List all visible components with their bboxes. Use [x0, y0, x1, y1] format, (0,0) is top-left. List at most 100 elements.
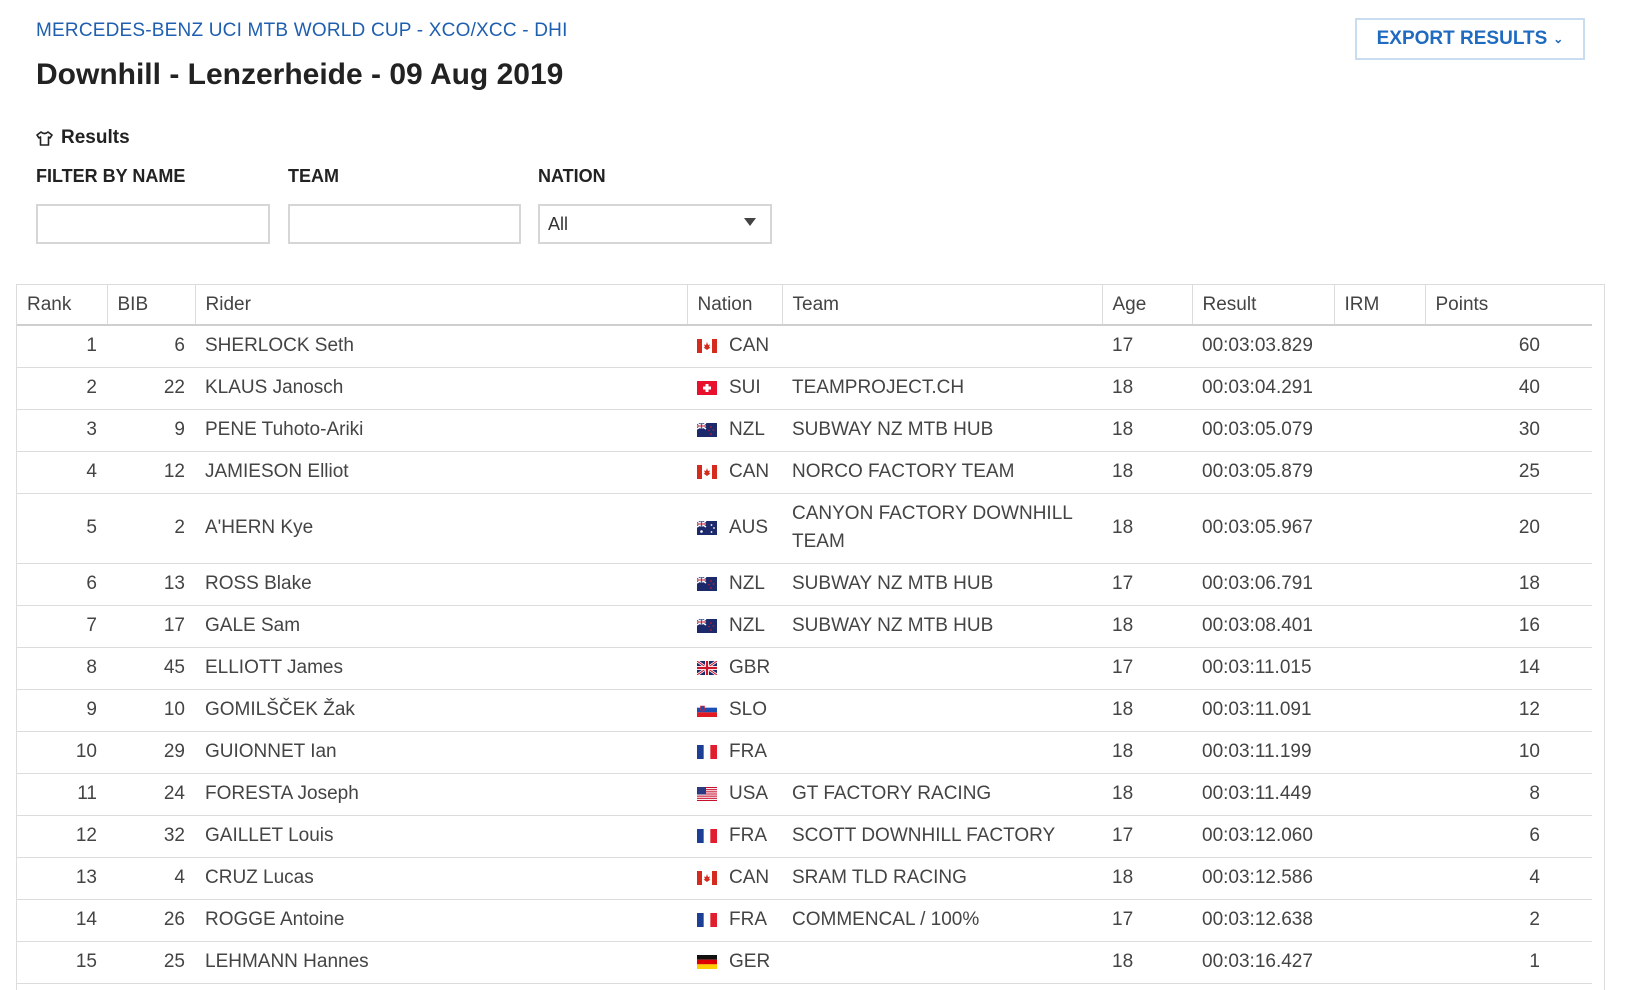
- table-row[interactable]: 15 25 LEHMANN Hannes GER 18 00:03:16.427 1: [17, 941, 1592, 984]
- table-row[interactable]: 5 2 A'HERN Kye AUS CANYON FACTORY DOWNHILL T…: [17, 493, 1592, 564]
- age-cell: 18: [1102, 605, 1192, 648]
- nation-code: AUS: [729, 517, 769, 538]
- rider-cell[interactable]: SHERLOCK Seth: [195, 325, 687, 368]
- table-row[interactable]: 13 4 CRUZ Lucas CAN SRAM TLD RACING 18 00:03:1…: [17, 857, 1592, 900]
- table-row[interactable]: 2 22 KLAUS Janosch SUI TEAMPROJECT.CH 18 00:03…: [17, 367, 1592, 410]
- column-header-result[interactable]: Result: [1192, 285, 1335, 326]
- rank-cell: 4: [17, 451, 107, 494]
- age-cell: 18: [1102, 689, 1192, 732]
- rider-cell[interactable]: ROSS Blake: [195, 563, 687, 606]
- rank-cell: 2: [17, 367, 107, 410]
- nation-code: GBR: [729, 657, 771, 678]
- age-cell: 18: [1102, 857, 1192, 900]
- rider-cell[interactable]: GOMILŠČEK Žak: [195, 689, 687, 732]
- age-cell: 18: [1102, 409, 1192, 452]
- column-header-bib[interactable]: BIB: [107, 285, 196, 326]
- age-cell: 17: [1102, 647, 1192, 690]
- result-cell: 00:03:11.199: [1192, 731, 1334, 774]
- irm-cell: [1334, 773, 1425, 816]
- column-header-points[interactable]: Points: [1425, 285, 1592, 326]
- table-row[interactable]: 9 10 GOMILŠČEK Žak SLO 18 00:03:11.091 12: [17, 689, 1592, 732]
- slo-flag-icon: [697, 703, 717, 717]
- breadcrumb[interactable]: MERCEDES-BENZ UCI MTB WORLD CUP - XCO/XC…: [36, 20, 568, 42]
- column-header-nation[interactable]: Nation: [687, 285, 783, 326]
- nation-cell: USA: [687, 773, 782, 816]
- team-cell: SUBWAY NZ MTB HUB: [782, 563, 1102, 606]
- nation-select[interactable]: All: [538, 204, 772, 244]
- nation-cell: NZL: [687, 605, 782, 648]
- rider-cell[interactable]: LEHMANN Hannes: [195, 941, 687, 984]
- rider-cell[interactable]: A'HERN Kye: [195, 493, 687, 564]
- irm-cell: [1334, 563, 1425, 606]
- bib-cell: 9: [107, 409, 195, 452]
- table-row[interactable]: 10 29 GUIONNET Ian FRA 18 00:03:11.199 10: [17, 731, 1592, 774]
- nation-code: USA: [729, 783, 769, 804]
- result-cell: 00:03:05.967: [1192, 493, 1334, 564]
- rank-cell: 10: [17, 731, 107, 774]
- table-row[interactable]: 4 12 JAMIESON Elliot CAN NORCO FACTORY TEAM 1…: [17, 451, 1592, 494]
- bib-cell: 2: [107, 493, 195, 564]
- column-header-rider[interactable]: Rider: [195, 285, 688, 326]
- table-row[interactable]: 6 13 ROSS Blake NZL SUBWAY NZ MTB HUB 17 00:03…: [17, 563, 1592, 606]
- rank-cell: 3: [17, 409, 107, 452]
- irm-cell: [1334, 325, 1425, 368]
- age-cell: 17: [1102, 899, 1192, 942]
- rider-cell[interactable]: JAMIESON Elliot: [195, 451, 687, 494]
- rank-cell: 6: [17, 563, 107, 606]
- irm-cell: [1334, 857, 1425, 900]
- rider-cell[interactable]: GALE Sam: [195, 605, 687, 648]
- rider-cell[interactable]: ELLIOTT James: [195, 647, 687, 690]
- irm-cell: [1334, 815, 1425, 858]
- table-row[interactable]: 12 32 GAILLET Louis FRA SCOTT DOWNHILL FACTO…: [17, 815, 1592, 858]
- table-row[interactable]: 1 6 SHERLOCK Seth CAN 17 00:03:03.829 60: [17, 325, 1592, 368]
- nation-cell: CAN: [687, 451, 782, 494]
- table-row[interactable]: 11 24 FORESTA Joseph USA GT FACTORY RACING 18…: [17, 773, 1592, 816]
- result-cell: 00:03:03.829: [1192, 325, 1334, 368]
- rank-cell: 12: [17, 815, 107, 858]
- team-cell: SUBWAY NZ MTB HUB: [782, 605, 1102, 648]
- column-header-rank[interactable]: Rank: [17, 285, 108, 326]
- bib-cell: 13: [107, 563, 195, 606]
- age-cell: 17: [1102, 325, 1192, 368]
- result-cell: 00:03:05.079: [1192, 409, 1334, 452]
- chevron-down-icon: ⌄: [1553, 32, 1564, 46]
- table-row[interactable]: 8 45 ELLIOTT James GBR 17 00:03:11.015 14: [17, 647, 1592, 690]
- result-cell: 00:03:11.015: [1192, 647, 1334, 690]
- team-cell: CANYON FACTORY DOWNHILL TEAM: [782, 493, 1102, 564]
- export-results-button[interactable]: EXPORT RESULTS ⌄: [1355, 18, 1585, 60]
- table-row[interactable]: 14 26 ROGGE Antoine FRA COMMENCAL / 100% 17 00…: [17, 899, 1592, 942]
- rider-cell[interactable]: KLAUS Janosch: [195, 367, 687, 410]
- table-row[interactable]: 7 17 GALE Sam NZL SUBWAY NZ MTB HUB 18 00:03:0…: [17, 605, 1592, 648]
- filter-name-input[interactable]: [36, 204, 270, 244]
- nation-cell: NZL: [687, 563, 782, 606]
- rider-cell[interactable]: GUIONNET Ian: [195, 731, 687, 774]
- irm-cell: [1334, 493, 1425, 564]
- filter-team-input[interactable]: [288, 204, 521, 244]
- rank-cell: 1: [17, 325, 107, 368]
- team-cell: [782, 689, 1102, 732]
- result-cell: 00:03:12.060: [1192, 815, 1334, 858]
- rank-cell: 7: [17, 605, 107, 648]
- rider-cell[interactable]: ROGGE Antoine: [195, 899, 687, 942]
- rider-cell[interactable]: GAILLET Louis: [195, 815, 687, 858]
- column-header-irm[interactable]: IRM: [1334, 285, 1426, 326]
- bib-cell: 29: [107, 731, 195, 774]
- rider-cell[interactable]: CRUZ Lucas: [195, 857, 687, 900]
- rank-cell: 5: [17, 493, 107, 564]
- nzl-flag-icon: [697, 577, 717, 591]
- team-cell: GT FACTORY RACING: [782, 773, 1102, 816]
- nation-select-value: All: [548, 213, 569, 234]
- rider-cell[interactable]: PENE Tuhoto-Ariki: [195, 409, 687, 452]
- points-cell: 10: [1425, 731, 1592, 774]
- rank-cell: 11: [17, 773, 107, 816]
- column-header-team[interactable]: Team: [782, 285, 1103, 326]
- result-cell: 00:03:11.091: [1192, 689, 1334, 732]
- result-cell: 00:03:12.586: [1192, 857, 1334, 900]
- result-cell: 00:03:12.638: [1192, 899, 1334, 942]
- team-cell: [782, 325, 1102, 368]
- result-cell: 00:03:16.427: [1192, 941, 1334, 984]
- table-row[interactable]: 3 9 PENE Tuhoto-Ariki NZL SUBWAY NZ MTB HUB 1…: [17, 409, 1592, 452]
- rider-cell[interactable]: FORESTA Joseph: [195, 773, 687, 816]
- age-cell: 17: [1102, 563, 1192, 606]
- column-header-age[interactable]: Age: [1102, 285, 1193, 326]
